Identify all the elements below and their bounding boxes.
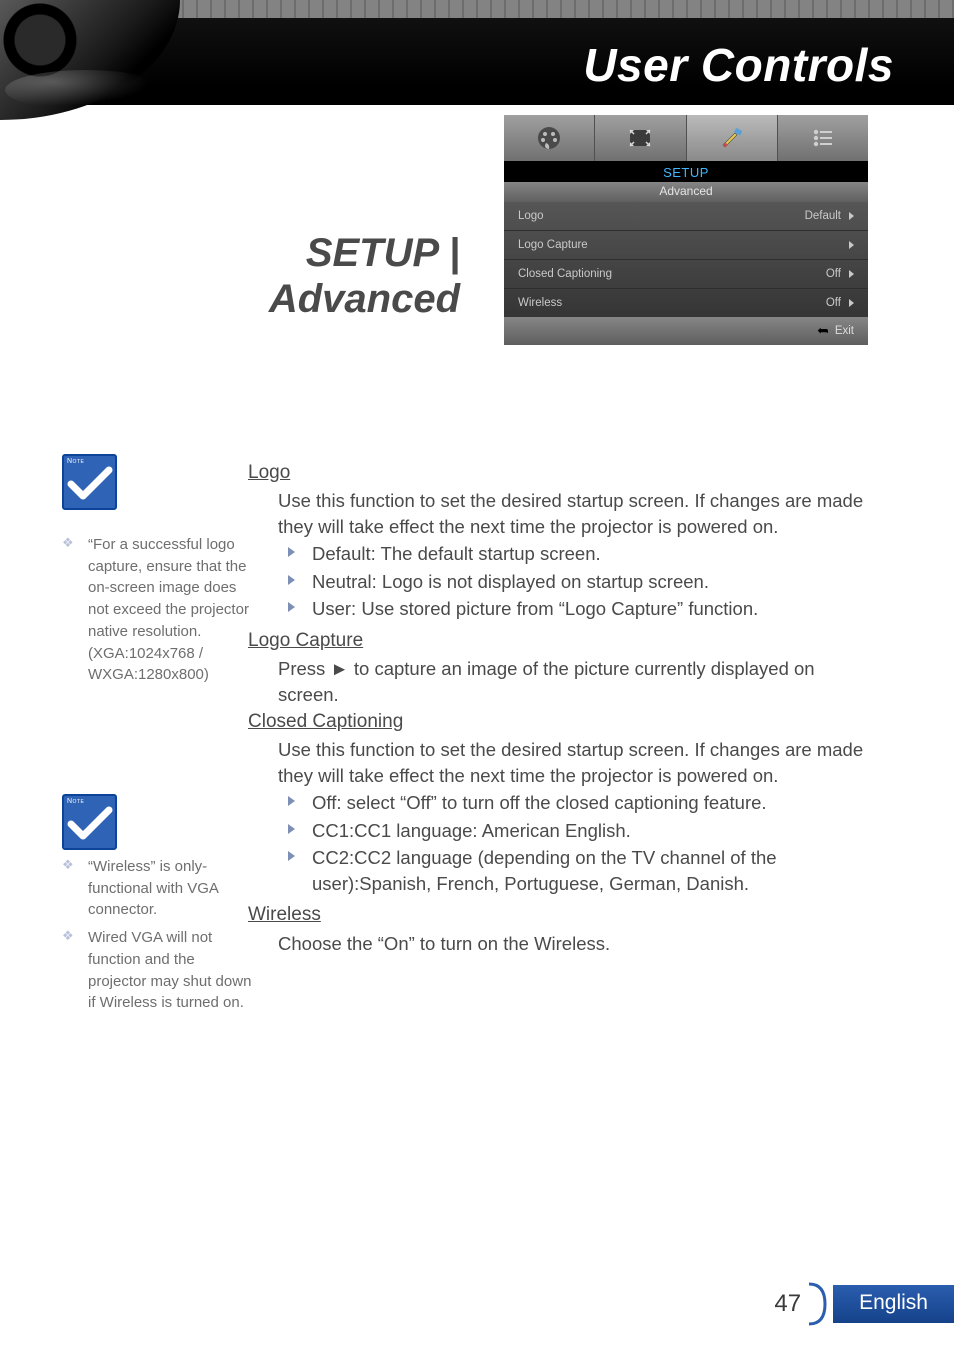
chevron-right-icon [849,241,854,249]
osd-tab-image[interactable] [504,115,595,161]
paragraph: Use this function to set the desired sta… [278,737,878,788]
osd-tab-display[interactable] [595,115,686,161]
section-title-line-2: Advanced [269,277,460,321]
tools-icon [717,125,747,151]
paragraph: Press ► to capture an image of the pictu… [278,656,878,707]
note-text: Wired VGA will not function and the proj… [62,927,252,1014]
screen-arrows-icon [625,125,655,151]
chevron-right-icon [849,270,854,278]
option-list-logo: Default: The default startup screen. Neu… [282,541,878,622]
language-tab: English [833,1285,954,1323]
note-block-1: Note “For a successful logo capture, ens… [62,454,252,692]
checkmark-icon [67,466,113,500]
option-list-cc: Off: select “Off” to turn off the closed… [282,790,878,896]
back-arrow-icon: ➦ [817,322,829,339]
osd-menu-name: SETUP [504,161,868,182]
bracket-icon [807,1282,833,1326]
list-item: CC1:CC1 language: American English. [282,818,878,844]
note-badge: Note [62,794,117,850]
osd-menu: SETUP Advanced Logo Default Logo Capture… [504,115,868,345]
osd-value: Default [805,210,841,222]
osd-submenu-name: Advanced [504,182,868,202]
note-badge-label: Note [67,798,112,805]
section-title-line-1: SETUP | [306,231,460,275]
osd-tabs [504,115,868,161]
body-content: Logo Use this function to set the desire… [248,460,878,958]
section-title: SETUP | Advanced [60,230,460,322]
list-item: Off: select “Off” to turn off the closed… [282,790,878,816]
osd-row-wireless[interactable]: Wireless Off [504,289,868,317]
note-block-2: Note “Wireless” is only-functional with … [62,794,252,1020]
page-title: User Controls [583,38,894,92]
palette-icon [534,125,564,151]
osd-row-closed-captioning[interactable]: Closed Captioning Off [504,260,868,289]
paragraph: Use this function to set the desired sta… [278,488,878,539]
chevron-right-icon [849,299,854,307]
page-number: 47 [774,1290,807,1318]
osd-label: Closed Captioning [518,268,612,280]
note-text: “For a successful logo capture, ensure t… [62,534,252,686]
osd-tab-setup[interactable] [687,115,778,161]
sliders-icon [808,125,838,151]
list-item: Default: The default startup screen. [282,541,878,567]
note-text: “Wireless” is only-functional with VGA c… [62,856,252,921]
page-footer: 47 English [774,1282,954,1326]
note-badge: Note [62,454,117,510]
osd-exit[interactable]: ➦ Exit [504,317,868,345]
note-badge-label: Note [67,458,112,465]
heading-wireless: Wireless [248,902,878,928]
osd-body: Logo Default Logo Capture Closed Caption… [504,202,868,317]
osd-value: Off [826,297,841,309]
heading-logo: Logo [248,460,878,486]
osd-value: Off [826,268,841,280]
heading-closed-captioning: Closed Captioning [248,709,878,735]
osd-tab-options[interactable] [778,115,868,161]
list-item: User: Use stored picture from “Logo Capt… [282,596,878,622]
osd-row-logo[interactable]: Logo Default [504,202,868,231]
heading-logo-capture: Logo Capture [248,628,878,654]
list-item: CC2:CC2 language (depending on the TV ch… [282,845,878,896]
checkmark-icon [67,806,113,840]
osd-exit-label: Exit [835,325,854,337]
list-item: Neutral: Logo is not displayed on startu… [282,569,878,595]
chevron-right-icon [849,212,854,220]
osd-label: Logo Capture [518,239,588,251]
osd-row-logo-capture[interactable]: Logo Capture [504,231,868,260]
page-header: User Controls [0,0,954,105]
osd-label: Logo [518,210,544,222]
osd-label: Wireless [518,297,562,309]
paragraph: Choose the “On” to turn on the Wireless. [278,931,878,957]
